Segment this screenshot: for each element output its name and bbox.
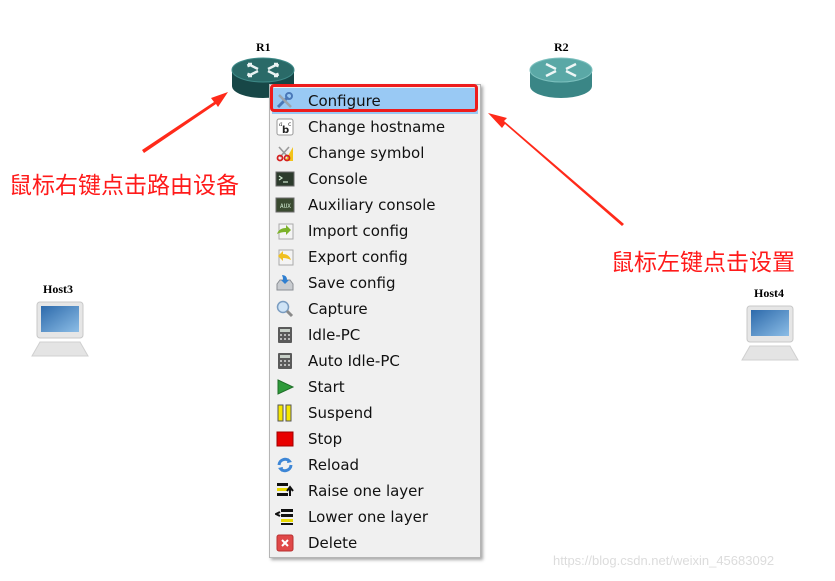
menu-item-auto-idle-pc[interactable]: Auto Idle-PC: [272, 348, 478, 374]
aux-terminal-icon: AUX: [275, 196, 295, 214]
menu-item-delete[interactable]: Delete: [272, 530, 478, 556]
raise-layer-icon: [275, 482, 295, 500]
menu-item-label: Auxiliary console: [308, 196, 436, 214]
watermark: https://blog.csdn.net/weixin_45683092: [553, 553, 775, 568]
menu-item-label: Capture: [308, 300, 368, 318]
export-icon: [275, 248, 295, 266]
menu-item-label: Export config: [308, 248, 408, 266]
menu-item-auxiliary-console[interactable]: AUX Auxiliary console: [272, 192, 478, 218]
menu-item-import-config[interactable]: Import config: [272, 218, 478, 244]
menu-item-label: Console: [308, 170, 368, 188]
menu-item-change-hostname[interactable]: abc Change hostname: [272, 114, 478, 140]
annotation-left-click: 鼠标左键点击设置: [611, 250, 795, 276]
menu-item-label: Lower one layer: [308, 508, 429, 526]
save-drive-icon: [275, 274, 295, 292]
delete-icon: [275, 534, 295, 552]
menu-item-label: Reload: [308, 456, 360, 474]
menu-item-label: Change symbol: [308, 144, 425, 162]
menu-item-reload[interactable]: Reload: [272, 452, 478, 478]
svg-text:AUX: AUX: [280, 203, 291, 210]
menu-item-raise-one-layer[interactable]: Raise one layer: [272, 478, 478, 504]
menu-item-capture[interactable]: Capture: [272, 296, 478, 322]
configure-highlight-box: [270, 84, 478, 112]
menu-item-start[interactable]: Start: [272, 374, 478, 400]
scissors-icon: [275, 144, 295, 162]
menu-item-label: Idle-PC: [308, 326, 361, 344]
right-arrow-icon: [488, 113, 624, 226]
annotation-right-click: 鼠标右键点击路由设备: [9, 173, 239, 199]
menu-item-label: Stop: [308, 430, 343, 448]
menu-item-save-config[interactable]: Save config: [272, 270, 478, 296]
terminal-icon: [275, 170, 295, 188]
magnifier-icon: [275, 300, 295, 318]
calculator-icon: [275, 352, 295, 370]
menu-item-export-config[interactable]: Export config: [272, 244, 478, 270]
menu-item-label: Delete: [308, 534, 358, 552]
menu-item-change-symbol[interactable]: Change symbol: [272, 140, 478, 166]
menu-item-label: Suspend: [308, 404, 373, 422]
play-icon: [275, 378, 295, 396]
menu-item-label: Start: [308, 378, 345, 396]
menu-item-stop[interactable]: Stop: [272, 426, 478, 452]
abc-text-icon: abc: [275, 118, 295, 136]
menu-item-idle-pc[interactable]: Idle-PC: [272, 322, 478, 348]
calculator-icon: [275, 326, 295, 344]
svg-text:c: c: [288, 121, 291, 128]
menu-item-lower-one-layer[interactable]: Lower one layer: [272, 504, 478, 530]
menu-item-label: Save config: [308, 274, 396, 292]
lower-layer-icon: [275, 508, 295, 526]
context-menu: Configure abc Change hostname Change sym…: [269, 84, 481, 558]
menu-item-label: Raise one layer: [308, 482, 424, 500]
menu-item-label: Auto Idle-PC: [308, 352, 400, 370]
reload-icon: [275, 456, 295, 474]
import-icon: [275, 222, 295, 240]
menu-item-console[interactable]: Console: [272, 166, 478, 192]
stop-icon: [275, 430, 295, 448]
pause-icon: [275, 404, 295, 422]
menu-item-label: Import config: [308, 222, 409, 240]
menu-item-suspend[interactable]: Suspend: [272, 400, 478, 426]
menu-item-label: Change hostname: [308, 118, 446, 136]
left-arrow-icon: [142, 92, 228, 153]
